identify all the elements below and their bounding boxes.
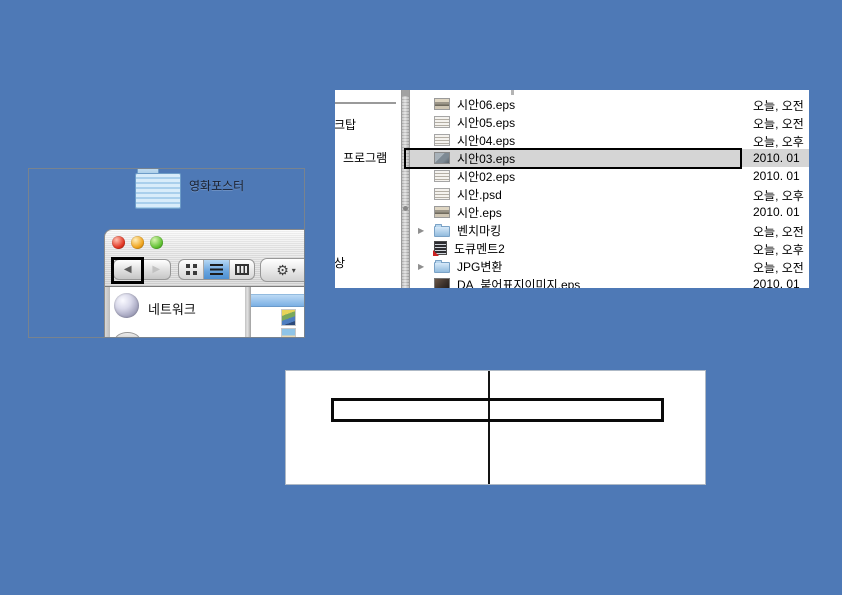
sidebar-item-desktop[interactable]: 크탑 [335, 116, 356, 133]
file-name: 도큐멘트2 [454, 240, 505, 257]
file-name: 시안.eps [457, 204, 502, 221]
zoom-button[interactable] [150, 236, 163, 249]
file-date: 2010. 01 [753, 169, 800, 183]
close-button[interactable] [112, 236, 125, 249]
hard-disk-icon[interactable] [115, 332, 140, 338]
file-name: 시안06.eps [457, 96, 515, 113]
file-date: 오늘, 오후 [753, 133, 804, 150]
eps-thumb-lines-icon [434, 116, 450, 128]
file-date: 오늘, 오후 [753, 241, 804, 258]
forward-button[interactable]: ▶ [143, 260, 171, 279]
column-view-icon [235, 264, 249, 275]
file-date: 2010. 01 [753, 151, 800, 165]
file-list: 시안06.eps 오늘, 오전 시안05.eps 오늘, 오전 시안04.eps… [410, 95, 809, 288]
eps-thumb-tan-icon [434, 98, 450, 110]
sidebar-separator [335, 102, 396, 104]
file-date: 오늘, 오전 [753, 97, 804, 114]
screenshot-fragment-left: 영화포스터 ◀ ▶ ⚙ ▾ 네트워크 [28, 168, 305, 338]
file-row[interactable]: 시안05.eps 오늘, 오전 [410, 113, 809, 131]
finder-window: ◀ ▶ ⚙ ▾ 네트워크 [104, 229, 305, 338]
eps-thumb-tan-icon [434, 206, 450, 218]
eps-thumb-lines-icon [434, 170, 450, 182]
folder-icon [434, 262, 450, 273]
file-row[interactable]: ▶ 벤치마킹 오늘, 오전 [410, 221, 809, 239]
file-name: 시안.psd [457, 186, 502, 203]
finder-content-column [250, 287, 305, 338]
gear-icon: ⚙ [276, 263, 289, 277]
finder-sidebar: 네트워크 [110, 287, 245, 338]
selection-outline-rect [404, 148, 742, 169]
photo-dark-icon [434, 278, 450, 288]
icon-view-button[interactable] [179, 260, 204, 279]
file-name: 시안02.eps [457, 168, 515, 185]
file-row[interactable]: 시안.psd 오늘, 오후 [410, 185, 809, 203]
annotation-highlight-rect [111, 257, 144, 284]
icon-view-icon [186, 264, 197, 275]
eps-thumb-lines-icon [434, 188, 450, 200]
divider-knob[interactable] [403, 206, 408, 211]
file-row[interactable]: 도큐멘트2 오늘, 오후 [410, 239, 809, 257]
desktop-folder-icon[interactable] [135, 168, 185, 211]
file-name: 시안04.eps [457, 132, 515, 149]
sidebar-item-applications[interactable]: 프로그램 [343, 149, 387, 166]
view-mode-segmented-control [178, 259, 255, 280]
file-row[interactable]: ▶ JPG변환 오늘, 오전 [410, 257, 809, 275]
file-row[interactable]: 시안02.eps 2010. 01 [410, 167, 809, 185]
title-placeholder-rect [331, 398, 664, 422]
file-name: 벤치마킹 [457, 222, 501, 239]
file-date: 오늘, 오전 [753, 223, 804, 240]
desktop-folder-label[interactable]: 영화포스터 [189, 177, 244, 194]
sidebar-item-partial[interactable]: 상 [335, 254, 345, 271]
photo-thumbnail[interactable] [281, 309, 296, 326]
desktop: 영화포스터 ◀ ▶ ⚙ ▾ 네트워크 [0, 0, 842, 595]
file-date: 2010. 01 [753, 277, 800, 288]
file-name: 시안05.eps [457, 114, 515, 131]
chevron-down-icon: ▾ [292, 266, 296, 275]
minimize-button[interactable] [131, 236, 144, 249]
photo-thumbnail[interactable] [281, 328, 296, 338]
file-date: 2010. 01 [753, 205, 800, 219]
panel-divider-strip[interactable] [401, 90, 410, 288]
file-row[interactable]: 시안06.eps 오늘, 오전 [410, 95, 809, 113]
file-list-panel: 크탑 프로그램 상 시안06.eps 오늘, 오전 시안05.eps 오늘, 오… [335, 90, 809, 288]
file-date: 오늘, 오전 [753, 115, 804, 132]
disclosure-triangle-icon[interactable]: ▶ [418, 262, 432, 271]
file-name: DA_붙어표지이미지.eps [457, 276, 580, 289]
column-view-button[interactable] [230, 260, 254, 279]
file-date: 오늘, 오전 [753, 259, 804, 276]
action-menu-button[interactable]: ⚙ ▾ [260, 258, 305, 282]
center-fold-line [488, 371, 490, 484]
eps-thumb-lines-icon [434, 134, 450, 146]
column-header-selected[interactable] [251, 294, 305, 307]
list-view-icon [210, 264, 223, 275]
forward-arrow-icon: ▶ [152, 264, 160, 275]
folder-icon [434, 226, 450, 237]
file-row[interactable]: 시안04.eps 오늘, 오후 [410, 131, 809, 149]
file-date: 오늘, 오후 [753, 187, 804, 204]
disclosure-triangle-icon[interactable]: ▶ [418, 226, 432, 235]
list-view-button[interactable] [204, 260, 229, 279]
file-name: JPG변환 [457, 258, 502, 275]
document-icon [434, 241, 447, 255]
file-row[interactable]: DA_붙어표지이미지.eps 2010. 01 [410, 275, 809, 288]
sidebar-item-network[interactable]: 네트워크 [148, 299, 196, 318]
layout-canvas [285, 370, 706, 485]
file-row[interactable]: 시안.eps 2010. 01 [410, 203, 809, 221]
globe-icon [114, 293, 139, 318]
folder-body [135, 173, 181, 209]
